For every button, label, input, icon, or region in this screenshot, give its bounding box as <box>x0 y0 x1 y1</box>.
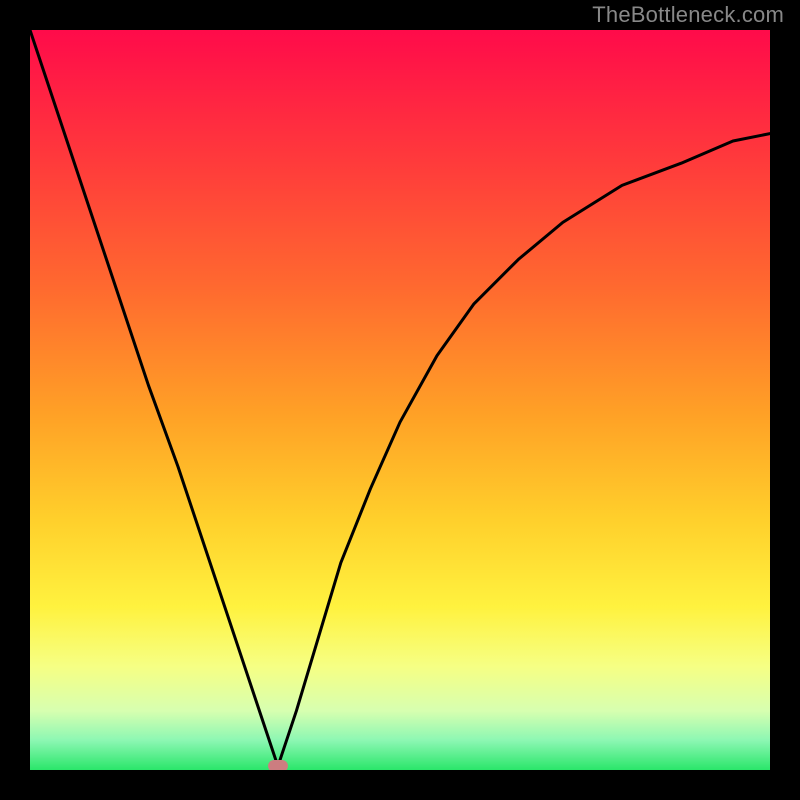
watermark-text: TheBottleneck.com <box>592 2 784 28</box>
bottleneck-curve <box>30 30 770 766</box>
min-marker <box>268 760 288 770</box>
plot-area <box>30 30 770 770</box>
curve-layer <box>30 30 770 770</box>
chart-container: TheBottleneck.com <box>0 0 800 800</box>
